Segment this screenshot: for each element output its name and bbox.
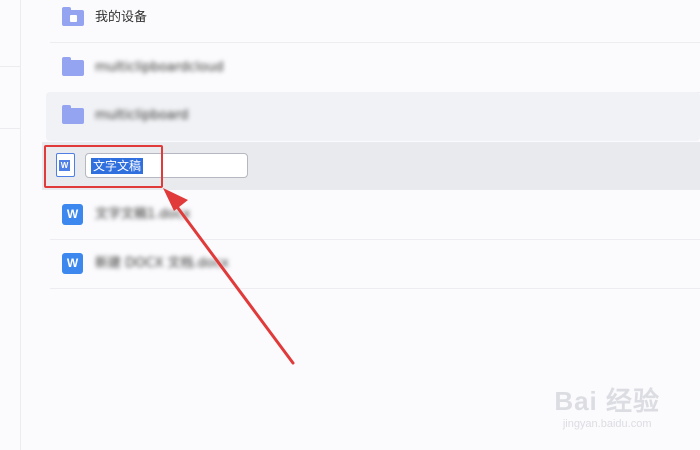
watermark: Bai 经验 jingyan.baidu.com — [554, 381, 660, 430]
arrow-head-icon — [163, 188, 188, 211]
watermark-url: jingyan.baidu.com — [562, 418, 652, 430]
watermark-logo: Bai 经验 — [554, 386, 660, 416]
